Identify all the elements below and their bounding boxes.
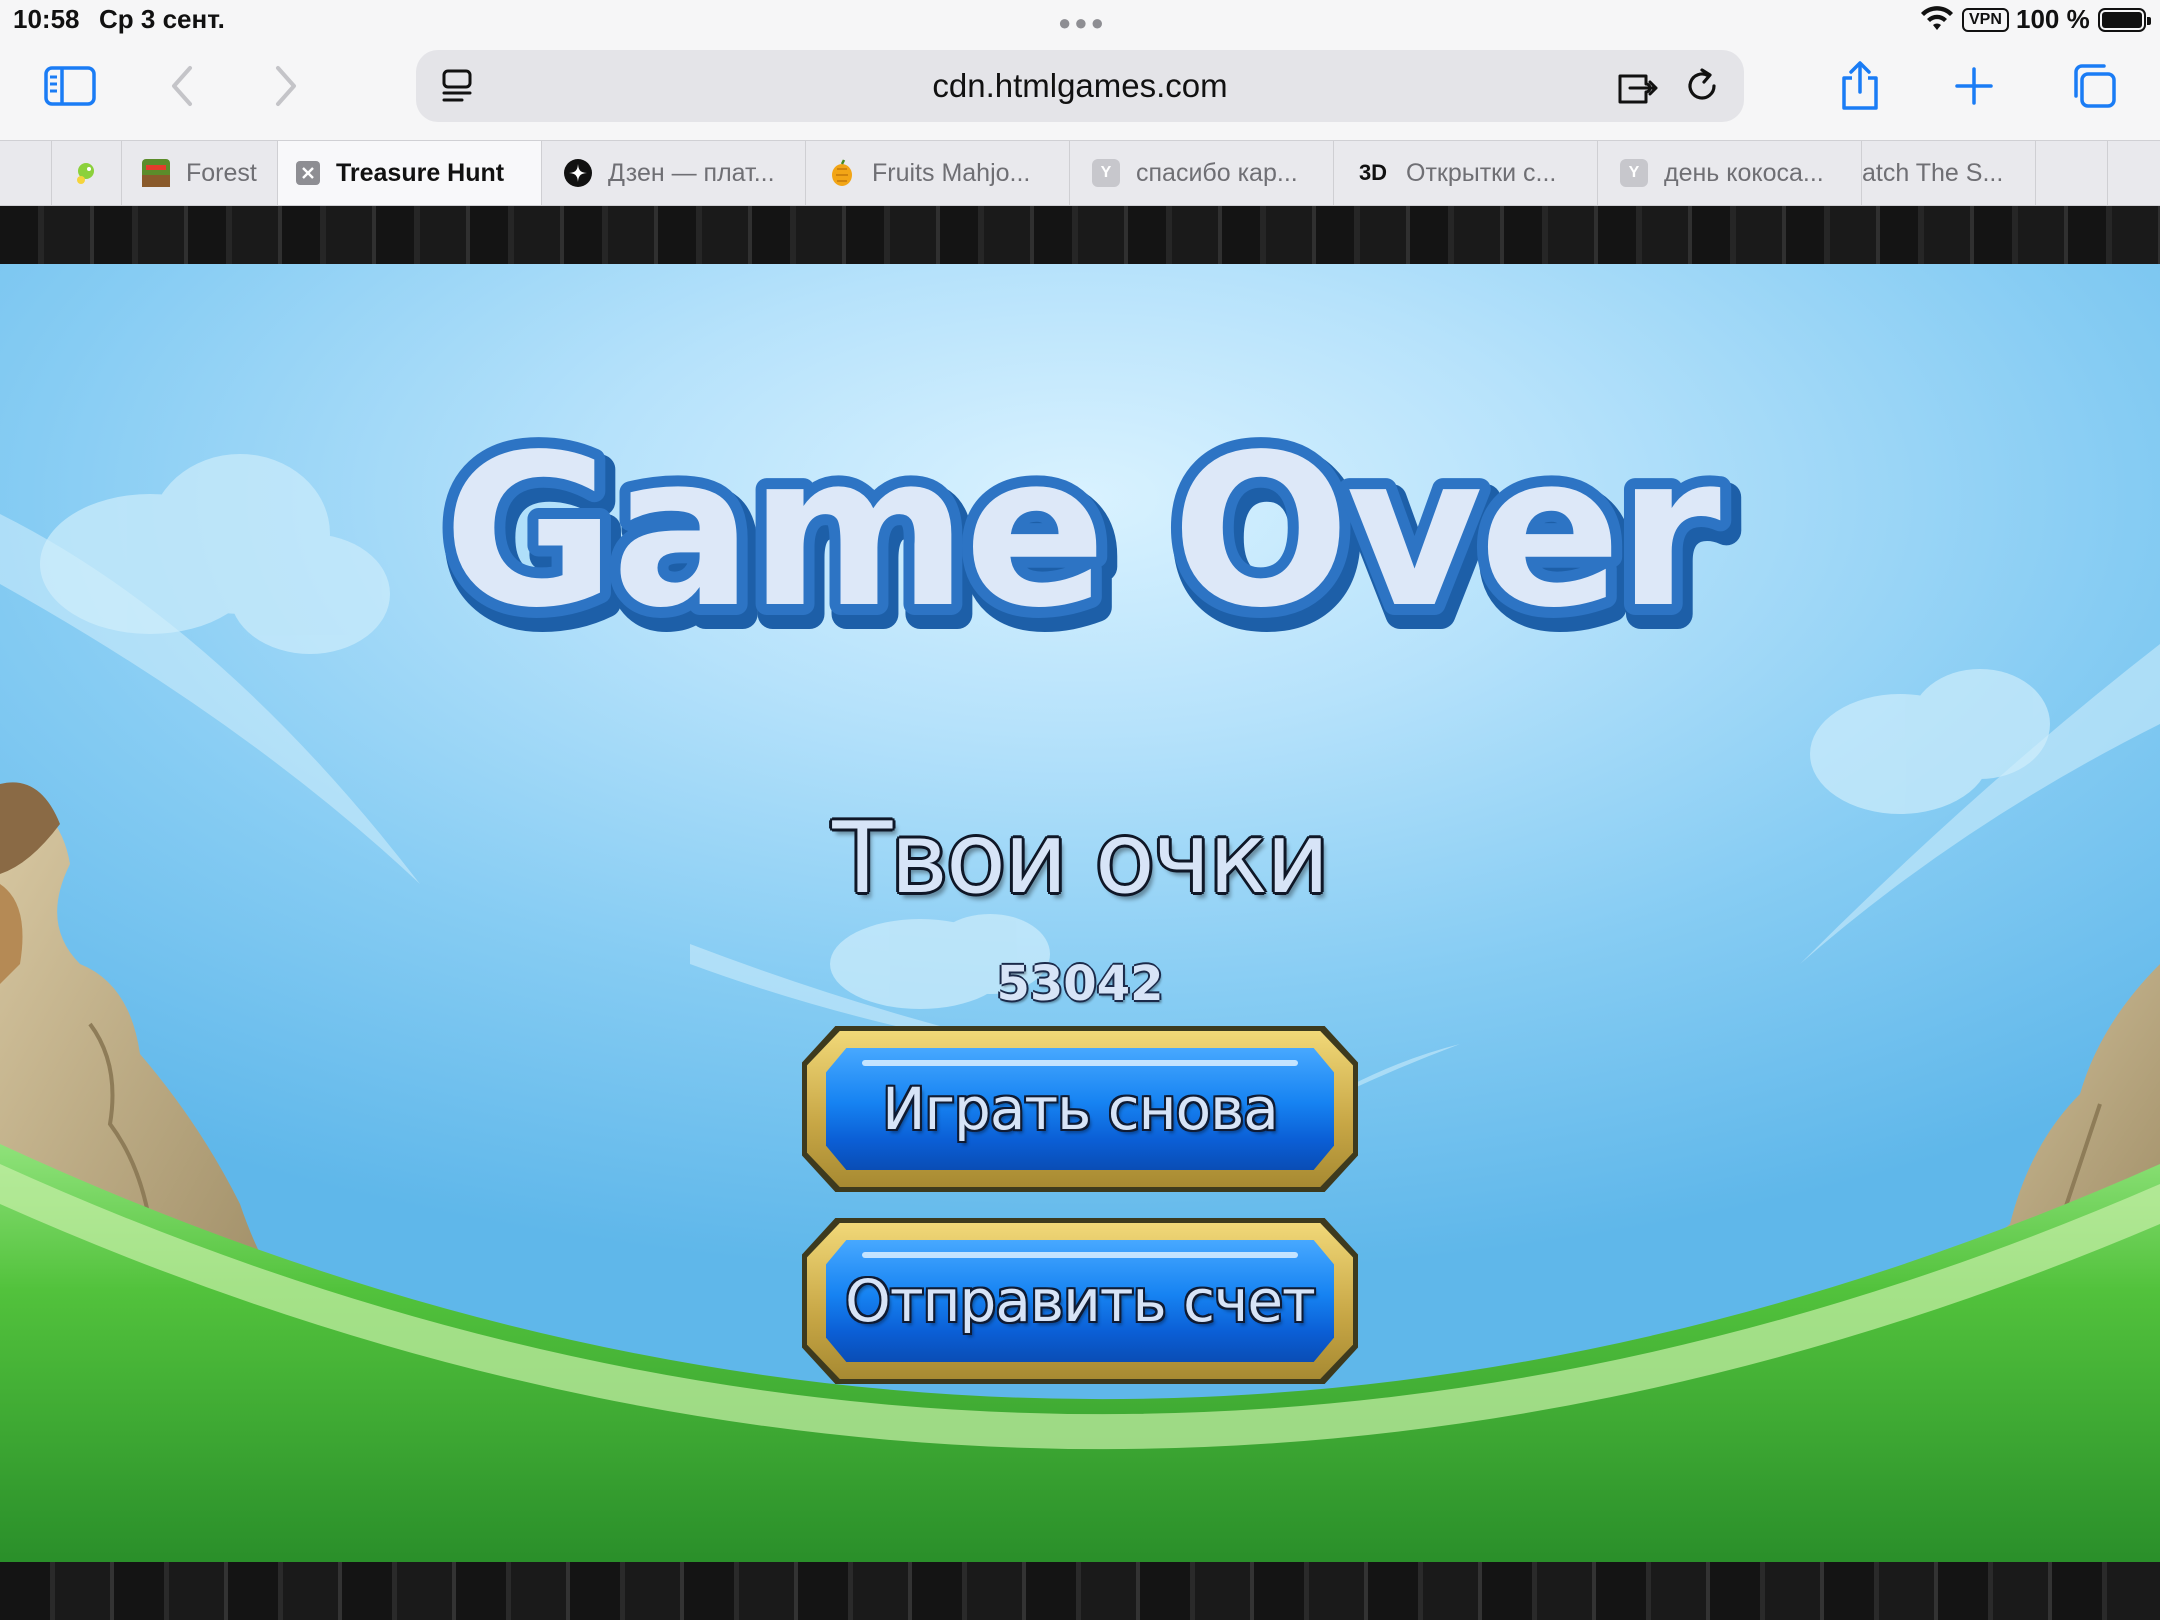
battery-percent: 100 % [2016, 4, 2090, 34]
tab-fruits-mahjong[interactable]: Fruits Mahjo... [806, 141, 1070, 205]
tab-den-kokosa[interactable]: Y день кокоса... [1598, 141, 1862, 205]
submit-score-label: Отправить счет [845, 1267, 1316, 1335]
tab-pinned-1[interactable] [52, 141, 122, 205]
tab-catch-the[interactable]: atch The S... [1862, 141, 2036, 205]
sidebar-icon[interactable] [40, 56, 100, 116]
play-again-button[interactable]: Играть снова [802, 1026, 1358, 1192]
yandex-icon: Y [1620, 159, 1648, 187]
status-time: 10:58 [13, 4, 80, 34]
yandex-icon: Y [1092, 159, 1120, 187]
play-again-label: Играть снова [882, 1075, 1279, 1143]
url-text: cdn.htmlgames.com [932, 67, 1228, 104]
game-over-title-text: Game Over [443, 409, 1720, 654]
score-value: 53042 [996, 956, 1164, 1012]
new-tab-icon[interactable] [1944, 56, 2004, 116]
share-icon[interactable] [1830, 56, 1890, 116]
tab-spacer [2108, 141, 2160, 205]
tab-spacer [0, 141, 52, 205]
reload-icon[interactable] [1682, 66, 1722, 106]
forest-game-icon [142, 159, 170, 187]
tab-title: Открытки с... [1406, 158, 1557, 187]
wifi-icon [1921, 6, 1953, 30]
tab-bar: Forest Treasure Hunt Дзен — плат... Frui… [0, 140, 2160, 206]
tab-spasibo[interactable]: Y спасибо кар... [1070, 141, 1334, 205]
vpn-badge: VPN [1962, 8, 2009, 32]
score-label: Твои очки [832, 802, 1329, 916]
tab-forest[interactable]: Forest [122, 141, 278, 205]
multitasking-dots-icon[interactable]: ●●● [1058, 10, 1107, 36]
tab-treasure-hunt[interactable]: Treasure Hunt [278, 141, 542, 205]
browser-toolbar: cdn.htmlgames.com [0, 42, 2160, 140]
tab-title: atch The S... [1862, 158, 2004, 187]
3d-icon: 3D [1358, 160, 1388, 185]
green-creature-icon [72, 159, 100, 187]
status-date: Ср 3 сент. [99, 4, 225, 34]
tab-dzen[interactable]: Дзен — плат... [542, 141, 806, 205]
wood-border-top [0, 206, 2160, 264]
close-tab-icon[interactable] [296, 161, 320, 185]
address-bar[interactable]: cdn.htmlgames.com [416, 50, 1744, 122]
back-icon[interactable] [152, 56, 212, 116]
game-scene: Game Over Game Over Game Over Твои очки … [0, 264, 2160, 1562]
tab-title: Treasure Hunt [336, 158, 505, 187]
submit-score-button[interactable]: Отправить счет [802, 1218, 1358, 1384]
tab-title: спасибо кар... [1136, 158, 1298, 187]
game-over-title: Game Over Game Over Game Over [432, 398, 1745, 654]
game-canvas[interactable]: Game Over Game Over Game Over Твои очки … [0, 206, 2160, 1620]
tabs-overview-icon[interactable] [2064, 56, 2124, 116]
tab-title: Дзен — плат... [608, 158, 775, 187]
status-bar: 10:58 Ср 3 сент. ●●● VPN 100 % [0, 0, 2160, 42]
fruit-icon [828, 159, 856, 187]
dzen-icon [564, 159, 592, 187]
tab-title: Fruits Mahjo... [872, 158, 1031, 187]
wood-border-bottom [0, 1562, 2160, 1620]
tab-title: день кокоса... [1664, 158, 1824, 187]
extension-icon[interactable] [1616, 68, 1662, 106]
tab-overflow[interactable] [2036, 141, 2108, 205]
tab-title: Forest [186, 158, 257, 187]
tab-otkrytki[interactable]: 3D Открытки с... [1334, 141, 1598, 205]
forward-icon[interactable] [256, 56, 316, 116]
battery-icon [2098, 8, 2151, 32]
